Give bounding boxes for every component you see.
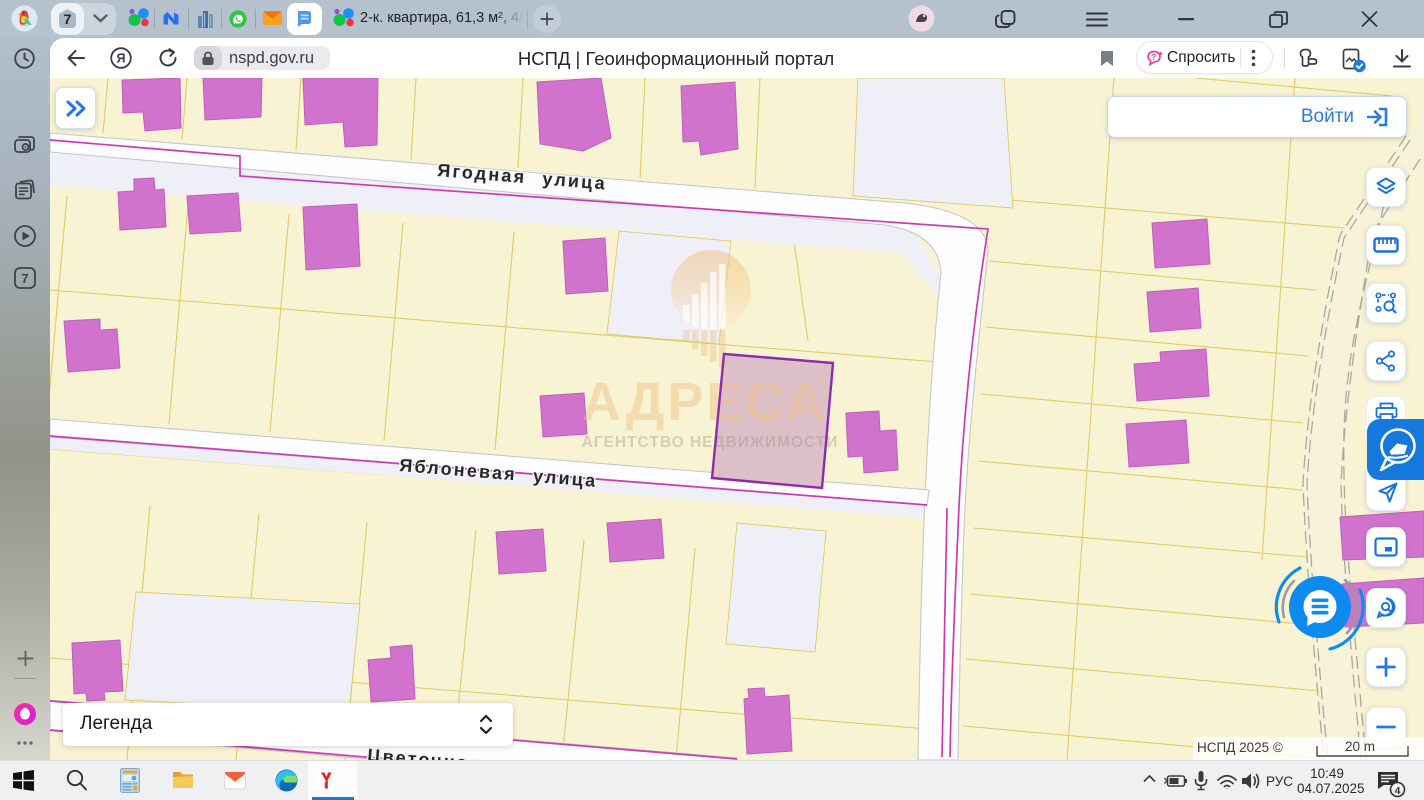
svg-text:Я: Я — [117, 52, 126, 66]
svg-text:7: 7 — [64, 11, 72, 27]
svg-text:АГЕНТСТВО НЕДВИЖИМОСТИ: АГЕНТСТВО НЕДВИЖИМОСТИ — [582, 434, 839, 451]
svg-text:4: 4 — [1395, 786, 1401, 797]
svg-text:7: 7 — [21, 271, 28, 286]
svg-text:?: ? — [1151, 52, 1156, 62]
svg-text:АДРЕСА: АДРЕСА — [582, 372, 828, 432]
